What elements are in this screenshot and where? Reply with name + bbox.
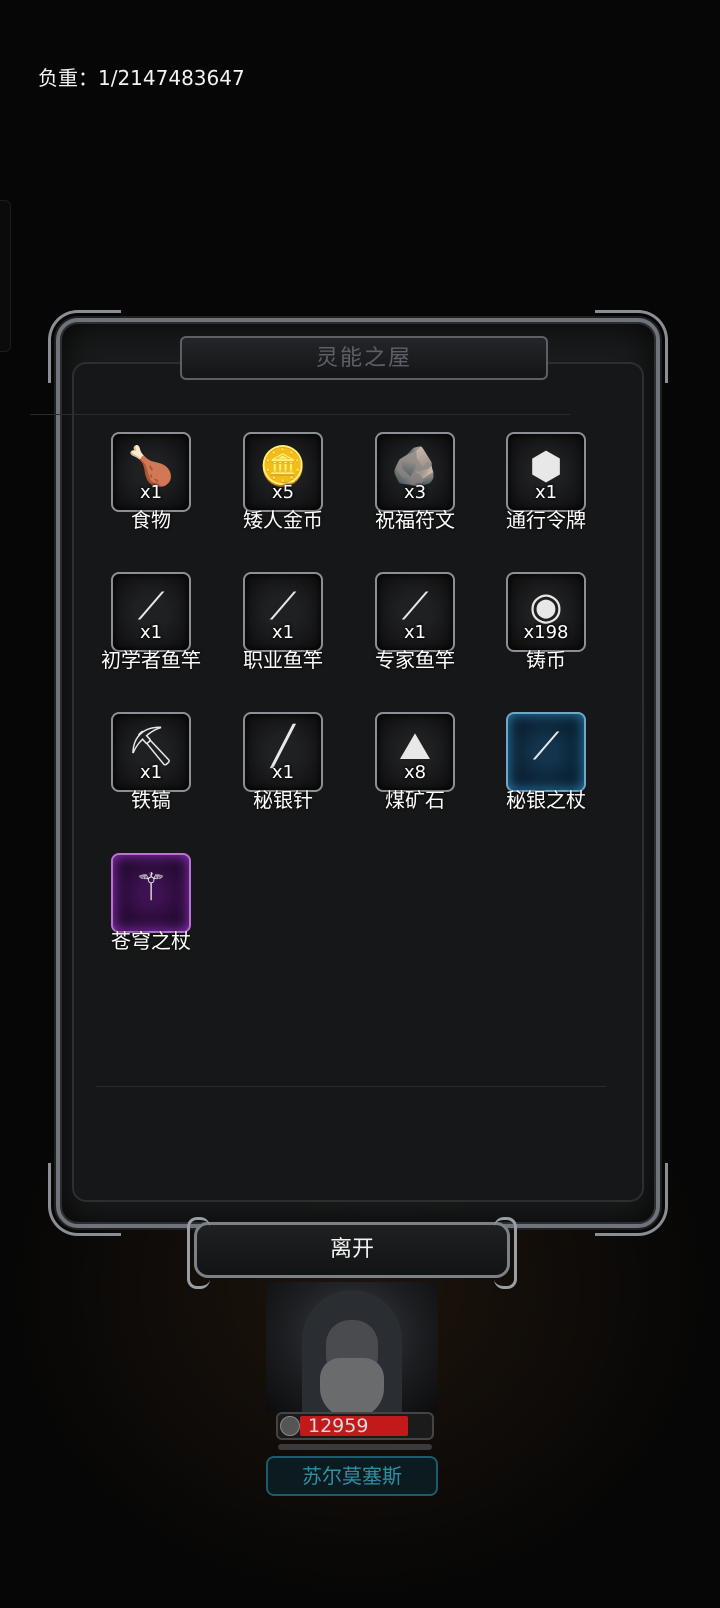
item-quantity: x3 xyxy=(403,482,427,503)
hex-token-icon: ⬢ xyxy=(529,443,563,488)
item-quantity: x1 xyxy=(139,622,163,643)
panel-title-bar: 灵能之屋 xyxy=(180,336,548,380)
item-name: 通行令牌 xyxy=(506,508,586,532)
minted-coin-icon: ◉ xyxy=(529,583,563,628)
hp-value: 12959 xyxy=(308,1415,369,1437)
needle-icon: ╱ xyxy=(271,723,295,768)
divider xyxy=(96,1086,606,1087)
staff-icon: ⚚ xyxy=(133,864,169,909)
item-name: 矮人金币 xyxy=(243,508,323,532)
rune-stone-icon: 🪨 xyxy=(391,443,439,488)
inventory-item[interactable]: ◉ x198 铸币 xyxy=(481,572,611,682)
item-slot[interactable]: ⟋ xyxy=(506,712,586,792)
inventory-item[interactable]: ⚚ 苍穹之杖 xyxy=(86,853,216,963)
panel-title: 灵能之屋 xyxy=(315,346,412,371)
inventory-item[interactable]: 🪨 x3 祝福符文 xyxy=(350,432,480,542)
inventory-item[interactable]: 🪙 x5 矮人金币 xyxy=(218,432,348,542)
hp-bar: 12959 xyxy=(276,1412,434,1440)
inventory-item[interactable]: ⟋ 秘银之杖 xyxy=(481,712,611,822)
coal-ore-icon: ⛰ xyxy=(399,723,431,768)
item-name: 秘银之杖 xyxy=(506,788,586,812)
character-name[interactable]: 苏尔莫塞斯 xyxy=(266,1456,438,1496)
item-quantity: x1 xyxy=(271,762,295,783)
item-quantity: x1 xyxy=(139,762,163,783)
item-name: 苍穹之杖 xyxy=(111,929,191,953)
leave-button[interactable]: 离开 xyxy=(187,1217,517,1289)
fishing-rod-icon: ⟋ xyxy=(401,583,429,628)
pickaxe-icon: ⛏ xyxy=(126,723,176,768)
inventory-item[interactable]: ⟋ x1 专家鱼竿 xyxy=(350,572,480,682)
item-name: 食物 xyxy=(131,508,171,532)
character-portrait[interactable] xyxy=(266,1282,438,1412)
item-quantity: x5 xyxy=(271,482,295,503)
item-quantity: x198 xyxy=(523,622,569,643)
item-name: 祝福符文 xyxy=(375,508,455,532)
inventory-item[interactable]: ⛏ x1 铁镐 xyxy=(86,712,216,822)
item-quantity: x1 xyxy=(139,482,163,503)
portrait-beard xyxy=(320,1358,384,1412)
inventory-item[interactable]: ⟋ x1 初学者鱼竿 xyxy=(86,572,216,682)
item-name: 秘银针 xyxy=(253,788,313,812)
item-name: 铸币 xyxy=(526,648,566,672)
item-name: 铁镐 xyxy=(131,788,171,812)
inventory-item[interactable]: ╱ x1 秘银针 xyxy=(218,712,348,822)
item-quantity: x1 xyxy=(534,482,558,503)
staff-icon: ⟋ xyxy=(532,723,560,768)
item-name: 专家鱼竿 xyxy=(375,648,455,672)
item-quantity: x1 xyxy=(403,622,427,643)
item-slot[interactable]: ⚚ xyxy=(111,853,191,933)
gold-coin-icon: 🪙 xyxy=(259,443,307,488)
item-name: 职业鱼竿 xyxy=(243,648,323,672)
fishing-rod-icon: ⟋ xyxy=(269,583,297,628)
side-tab[interactable] xyxy=(0,200,11,352)
fishing-rod-icon: ⟋ xyxy=(137,583,165,628)
xp-bar xyxy=(278,1444,432,1450)
item-quantity: x1 xyxy=(271,622,295,643)
inventory-item[interactable]: ⬢ x1 通行令牌 xyxy=(481,432,611,542)
inventory-item[interactable]: 🍗 x1 食物 xyxy=(86,432,216,542)
inventory-item[interactable]: ⟋ x1 职业鱼竿 xyxy=(218,572,348,682)
item-quantity: x8 xyxy=(403,762,427,783)
item-name: 煤矿石 xyxy=(385,788,445,812)
roasted-drumstick-icon: 🍗 xyxy=(127,443,175,488)
weight-capacity: 负重：1/2147483647 xyxy=(38,66,245,90)
divider xyxy=(30,414,570,415)
inventory-item[interactable]: ⛰ x8 煤矿石 xyxy=(350,712,480,822)
no-entry-icon xyxy=(280,1416,300,1436)
item-name: 初学者鱼竿 xyxy=(101,648,201,672)
